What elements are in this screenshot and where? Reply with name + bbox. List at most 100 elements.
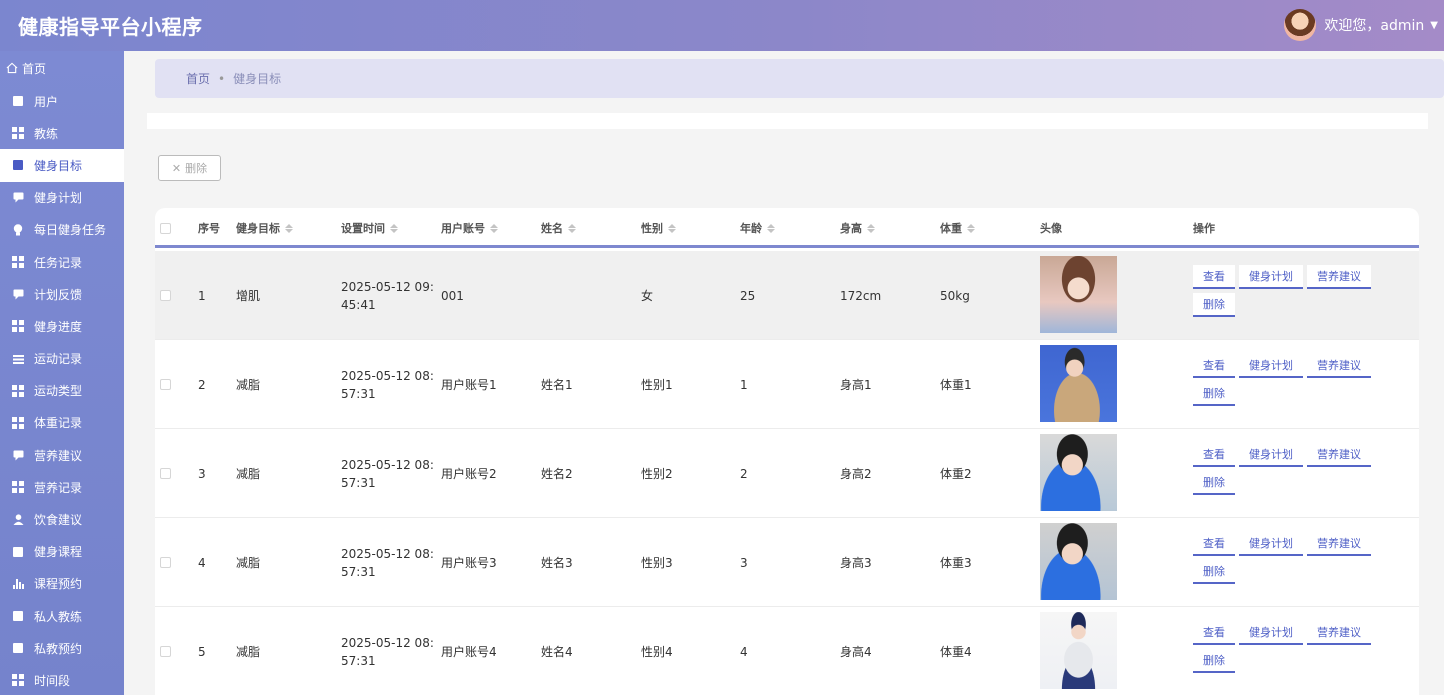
cell-height: 身高4 xyxy=(840,645,872,659)
column-header-goal[interactable]: 健身目标 xyxy=(236,208,293,248)
cell-gender: 性别4 xyxy=(641,645,673,659)
fitness-plan-button[interactable]: 健身计划 xyxy=(1239,443,1303,467)
fitness-plan-button[interactable]: 健身计划 xyxy=(1239,621,1303,645)
sidebar-item-16[interactable]: 课程预约 xyxy=(0,568,124,600)
nutrition-advice-button[interactable]: 营养建议 xyxy=(1307,265,1371,289)
home-icon xyxy=(6,62,18,74)
row-checkbox[interactable] xyxy=(160,518,171,607)
chevron-down-icon[interactable]: ▼ xyxy=(1430,20,1438,31)
table-row[interactable]: 1 增肌 2025-05-12 09:45:41 001 女 25 172cm 50kg 查看健… xyxy=(155,251,1419,340)
fitness-plan-button[interactable]: 健身计划 xyxy=(1239,532,1303,556)
nutrition-advice-button[interactable]: 营养建议 xyxy=(1307,621,1371,645)
view-button[interactable]: 查看 xyxy=(1193,265,1235,289)
row-checkbox[interactable] xyxy=(160,429,171,518)
view-button[interactable]: 查看 xyxy=(1193,532,1235,556)
user-menu[interactable]: 欢迎您，admin ▼ xyxy=(1284,8,1438,42)
cell-height: 172cm xyxy=(840,288,882,303)
view-button[interactable]: 查看 xyxy=(1193,621,1235,645)
sort-icon xyxy=(668,223,676,233)
row-actions: 查看 健身计划 营养建议删除 xyxy=(1193,265,1393,321)
cell-time: 2025-05-12 08:57:31 xyxy=(341,546,434,579)
table-row[interactable]: 3 减脂 2025-05-12 08:57:31 用户账号2 姓名2 性别2 2 身高2 体重2… xyxy=(155,429,1419,518)
sidebar-item-18[interactable]: 私教预约 xyxy=(0,632,124,664)
sidebar-item-6[interactable]: 任务记录 xyxy=(0,246,124,278)
fitness-plan-button[interactable]: 健身计划 xyxy=(1239,354,1303,378)
view-button[interactable]: 查看 xyxy=(1193,443,1235,467)
column-header-name[interactable]: 姓名 xyxy=(541,208,576,248)
sidebar-item-15[interactable]: 健身课程 xyxy=(0,536,124,568)
sidebar-item-home[interactable]: 首页 xyxy=(0,51,124,85)
column-header-age[interactable]: 年龄 xyxy=(740,208,775,248)
delete-button[interactable]: 删除 xyxy=(1193,382,1235,406)
column-header-time[interactable]: 设置时间 xyxy=(341,208,398,248)
sort-icon xyxy=(967,223,975,233)
sidebar-item-13[interactable]: 营养记录 xyxy=(0,471,124,503)
cell-account: 用户账号3 xyxy=(441,556,497,570)
table-row[interactable]: 5 减脂 2025-05-12 08:57:31 用户账号4 姓名4 性别4 4 身高4 体重4… xyxy=(155,607,1419,695)
sidebar-item-2[interactable]: 教练 xyxy=(0,117,124,149)
sidebar-item-7[interactable]: 计划反馈 xyxy=(0,278,124,310)
cell-index: 4 xyxy=(198,555,206,570)
delete-label: 删除 xyxy=(185,162,208,175)
select-all-checkbox[interactable] xyxy=(160,208,171,248)
avatar-photo[interactable] xyxy=(1040,612,1117,689)
sidebar-item-5[interactable]: 每日健身任务 xyxy=(0,214,124,246)
row-checkbox[interactable] xyxy=(160,340,171,429)
avatar-photo[interactable] xyxy=(1040,256,1117,333)
batch-delete-button[interactable]: ✕ 删除 xyxy=(158,155,221,181)
column-header-gender[interactable]: 性别 xyxy=(641,208,676,248)
cell-index: 5 xyxy=(198,644,206,659)
sort-icon xyxy=(568,223,576,233)
nutrition-advice-button[interactable]: 营养建议 xyxy=(1307,354,1371,378)
sidebar-item-1[interactable]: 用户 xyxy=(0,85,124,117)
nutrition-advice-button[interactable]: 营养建议 xyxy=(1307,532,1371,556)
sidebar-item-3[interactable]: 健身目标 xyxy=(0,149,124,182)
sidebar-item-label: 教练 xyxy=(34,126,59,141)
avatar-photo[interactable] xyxy=(1040,345,1117,422)
table-row[interactable]: 4 减脂 2025-05-12 08:57:31 用户账号3 姓名3 性别3 3 身高3 体重3… xyxy=(155,518,1419,607)
column-header-account[interactable]: 用户账号 xyxy=(441,208,498,248)
nutrition-advice-button[interactable]: 营养建议 xyxy=(1307,443,1371,467)
column-header-height[interactable]: 身高 xyxy=(840,208,875,248)
sidebar-item-14[interactable]: 饮食建议 xyxy=(0,503,124,535)
delete-button[interactable]: 删除 xyxy=(1193,649,1235,673)
sidebar-item-label: 健身计划 xyxy=(34,191,83,206)
avatar-photo[interactable] xyxy=(1040,434,1117,511)
sidebar-item-4[interactable]: 健身计划 xyxy=(0,182,124,214)
sidebar-item-label: 营养记录 xyxy=(34,480,83,495)
delete-button[interactable]: 删除 xyxy=(1193,560,1235,584)
cell-goal: 增肌 xyxy=(236,289,261,303)
avatar-photo[interactable] xyxy=(1040,523,1117,600)
breadcrumb: 首页 • 健身目标 xyxy=(155,59,1444,98)
list-icon xyxy=(12,353,24,365)
row-checkbox[interactable] xyxy=(160,251,171,340)
column-header-weight[interactable]: 体重 xyxy=(940,208,975,248)
sidebar-item-8[interactable]: 健身进度 xyxy=(0,310,124,342)
table-row[interactable]: 2 减脂 2025-05-12 08:57:31 用户账号1 姓名1 性别1 1 身高1 体重1… xyxy=(155,340,1419,429)
welcome-text[interactable]: 欢迎您，admin xyxy=(1324,15,1424,35)
row-checkbox[interactable] xyxy=(160,607,171,695)
delete-button[interactable]: 删除 xyxy=(1193,293,1235,317)
breadcrumb-home[interactable]: 首页 xyxy=(186,70,210,87)
user-avatar[interactable] xyxy=(1284,9,1317,41)
row-actions: 查看 健身计划 营养建议删除 xyxy=(1193,354,1393,410)
grid-icon xyxy=(12,674,24,687)
fitness-plan-button[interactable]: 健身计划 xyxy=(1239,265,1303,289)
sidebar-item-10[interactable]: 运动类型 xyxy=(0,375,124,407)
sidebar-item-9[interactable]: 运动记录 xyxy=(0,343,124,375)
sidebar-item-19[interactable]: 时间段 xyxy=(0,664,124,695)
sidebar-item-17[interactable]: 私人教练 xyxy=(0,600,124,632)
sidebar-item-11[interactable]: 体重记录 xyxy=(0,407,124,439)
sidebar-item-label: 饮食建议 xyxy=(34,513,83,528)
cell-account: 用户账号1 xyxy=(441,378,497,392)
sidebar-item-label: 健身目标 xyxy=(34,158,83,173)
grid-icon xyxy=(12,481,24,494)
sidebar-item-label: 运动记录 xyxy=(34,352,83,367)
view-button[interactable]: 查看 xyxy=(1193,354,1235,378)
cell-gender: 性别2 xyxy=(641,467,673,481)
sidebar-item-12[interactable]: 营养建议 xyxy=(0,439,124,471)
delete-button[interactable]: 删除 xyxy=(1193,471,1235,495)
sidebar-item-label: 任务记录 xyxy=(34,255,83,270)
cell-height: 身高2 xyxy=(840,467,872,481)
column-header-avatar: 头像 xyxy=(1040,222,1062,235)
